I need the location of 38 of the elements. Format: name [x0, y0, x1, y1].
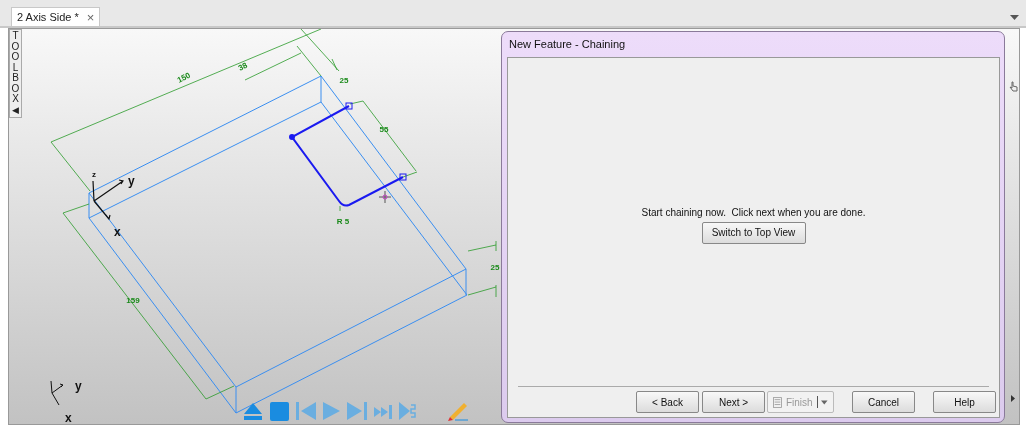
list-icon	[773, 395, 782, 409]
finish-label: Finish	[785, 396, 813, 408]
arrow-right-icon[interactable]	[1011, 395, 1015, 402]
dimension-label: R 5	[336, 217, 350, 226]
switch-view-button[interactable]: Switch to Top View	[701, 221, 806, 244]
axis-triad-icon	[50, 380, 64, 406]
eject-icon[interactable]	[243, 401, 263, 421]
wizard-button[interactable]: Help	[933, 391, 996, 413]
dimension-label: 38	[236, 60, 249, 73]
dimension-label: 150	[175, 70, 192, 85]
fast-forward-icon[interactable]	[374, 403, 392, 421]
dimension-label: 159	[126, 296, 140, 305]
dialog-title: New Feature - Chaining	[508, 37, 627, 52]
pencil-icon[interactable]	[446, 401, 468, 421]
close-icon[interactable]: ×	[86, 9, 95, 25]
axis-label: x	[65, 411, 72, 424]
hand-cursor-icon	[1009, 81, 1018, 92]
dimension-label: 25	[490, 263, 500, 272]
dimension-label: 55	[379, 125, 389, 134]
axis-triad-icon	[92, 179, 124, 221]
instruction-text: Start chaining now. Click next when you are done.	[641, 206, 866, 218]
cursor-icon	[378, 190, 392, 204]
wizard-button[interactable]: Cancel	[852, 391, 915, 413]
dropdown-arrow-icon[interactable]	[1010, 15, 1019, 20]
axis-label: z	[92, 170, 96, 179]
document-tab[interactable]: 2 Axis Side * ×	[11, 7, 101, 26]
stop-icon[interactable]	[270, 402, 289, 421]
dimension-label: 25	[339, 76, 349, 85]
skip-back-icon[interactable]	[296, 401, 316, 421]
axis-label: y	[128, 174, 135, 188]
toolbox-tab[interactable]: TOOLBOX ◀	[9, 29, 22, 118]
play-icon[interactable]	[323, 401, 340, 421]
axis-label: y	[75, 379, 82, 393]
wizard-button[interactable]: Next >	[702, 391, 765, 413]
wizard-button[interactable]: < Back	[636, 391, 699, 413]
step-icon[interactable]	[399, 401, 417, 421]
axis-label: x	[114, 225, 121, 239]
skip-forward-icon[interactable]	[347, 401, 367, 421]
